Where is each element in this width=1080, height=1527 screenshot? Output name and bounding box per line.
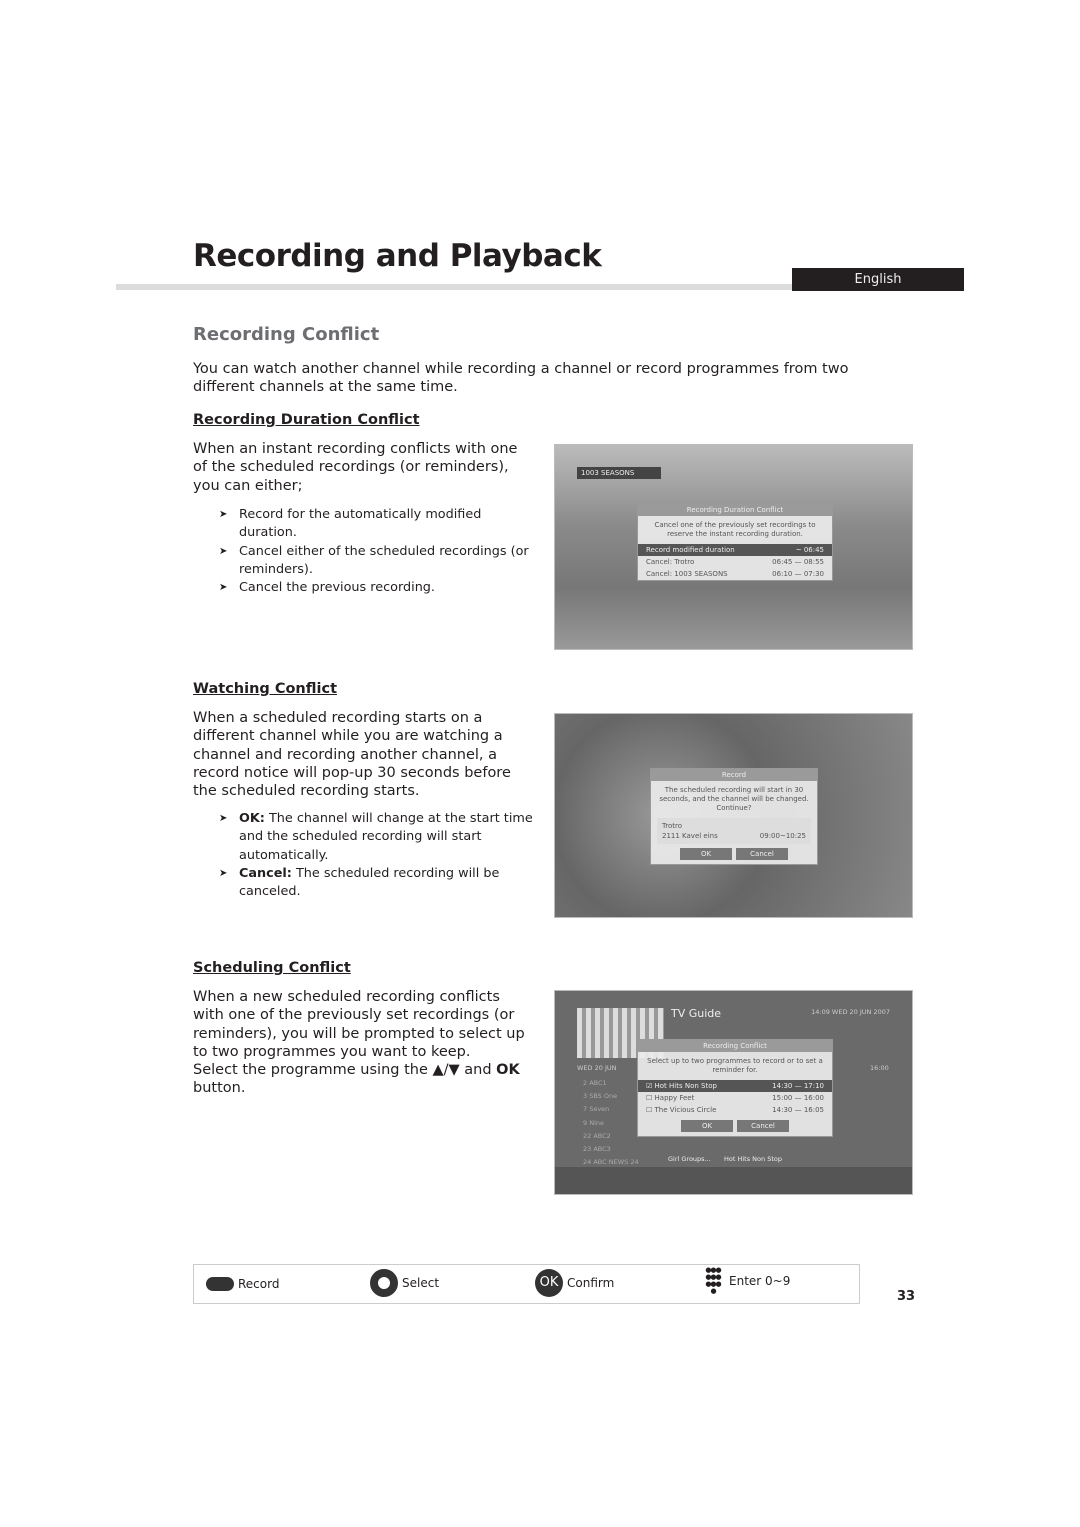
bullet: OK: The channel will change at the start… <box>193 810 543 865</box>
instruction-text: button. <box>193 1080 246 1097</box>
dialog-option[interactable]: Record modified duration ~ 06:45 <box>638 544 832 556</box>
intro-text: You can watch another channel while reco… <box>193 361 849 396</box>
option-label: Cancel: Trotro <box>646 558 695 566</box>
cancel-button[interactable]: Cancel <box>737 1120 789 1132</box>
legend-confirm: OK Confirm <box>535 1269 614 1297</box>
option-start: 06:45 <box>772 558 793 566</box>
watching-bullets: OK: The channel will change at the start… <box>193 810 543 901</box>
channel[interactable]: 2 ABC1 <box>583 1077 639 1090</box>
legend-enter: ●●● ●●● ●●● ● Enter 0~9 <box>701 1267 790 1295</box>
legend-label: Record <box>238 1277 280 1291</box>
cancel-button[interactable]: Cancel <box>736 848 788 860</box>
dialog-message: Cancel one of the previously set recordi… <box>654 521 816 538</box>
watching-conflict-screenshot: Record The scheduled recording will star… <box>554 713 913 918</box>
duration-conflict-dialog: Recording Duration Conflict Cancel one o… <box>637 503 833 581</box>
legend-record: Record <box>206 1277 279 1291</box>
scheduling-heading: Scheduling Conflict <box>193 960 351 976</box>
option-start: 06:10 <box>772 570 793 578</box>
ok-button-icon: OK <box>535 1269 563 1297</box>
programme-channel: 2111 Kavel eins <box>662 832 718 840</box>
bullet: Record for the automatically modified du… <box>193 506 538 543</box>
guide-programme[interactable]: Hot Hits Non Stop <box>724 1155 782 1163</box>
duration-conflict-screenshot: 1003 SEASONS Recording Duration Conflict… <box>554 444 913 650</box>
language-tab: English <box>792 268 964 291</box>
dialog-title: Recording Duration Conflict <box>638 504 832 516</box>
record-dialog: Record The scheduled recording will star… <box>650 768 818 865</box>
channel-banner: 1003 SEASONS <box>577 467 661 479</box>
scheduling-text: When a new scheduled recording conflicts… <box>193 989 525 1060</box>
channel[interactable]: 9 Nine <box>583 1117 639 1130</box>
bullet-text: The channel will change at the start tim… <box>239 811 533 863</box>
ok-button[interactable]: OK <box>681 1120 733 1132</box>
bullet: Cancel either of the scheduled recording… <box>193 543 538 580</box>
key-legend: Record Select OK Confirm ●●● ●●● ●●● ● Enter … <box>193 1264 860 1304</box>
section-title: Recording Conflict <box>193 324 380 345</box>
clock: 14:09 WED 20 JUN 2007 <box>811 1008 890 1016</box>
dialog-option[interactable]: ☐ The Vicious Circle 14:30 — 16:05 <box>638 1104 832 1116</box>
dialog-message: Select up to two programmes to record or… <box>647 1057 823 1074</box>
navigation-pad-icon <box>370 1269 398 1297</box>
option-end: 16:05 <box>803 1106 824 1114</box>
option-start: 14:30 <box>772 1106 793 1114</box>
dialog-option[interactable]: ☐ Happy Feet 15:00 — 16:00 <box>638 1092 832 1104</box>
legend-label: Select <box>402 1276 440 1290</box>
number-keypad-icon: ●●● ●●● ●●● ● <box>705 1266 721 1295</box>
option-label: The Vicious Circle <box>654 1106 717 1114</box>
watching-heading: Watching Conflict <box>193 681 338 697</box>
bullet: Cancel the previous recording. <box>193 579 538 598</box>
guide-date: WED 20 JUN <box>577 1064 617 1072</box>
duration-heading: Recording Duration Conflict <box>193 412 420 428</box>
legend-label: Confirm <box>567 1276 615 1290</box>
option-end: 16:00 <box>803 1094 824 1102</box>
dialog-message: The scheduled recording will start in 30… <box>659 786 809 812</box>
option-time: ~ 06:45 <box>795 546 824 554</box>
record-button-icon <box>206 1277 234 1291</box>
dialog-option[interactable]: Cancel: Trotro 06:45 — 08:55 <box>638 556 832 568</box>
programme-name: Trotro <box>662 822 683 830</box>
bullet: Cancel: The scheduled recording will be … <box>193 865 543 902</box>
duration-bullets: Record for the automatically modified du… <box>193 506 538 598</box>
page-number: 33 <box>897 1289 916 1304</box>
dialog-title: Record <box>651 769 817 781</box>
channel-list: 2 ABC1 3 SBS One 7 Seven 9 Nine 22 ABC2 23 AB… <box>583 1077 639 1169</box>
scheduling-conflict-screenshot: TV Guide 14:09 WED 20 JUN 2007 WED 20 JU… <box>554 990 913 1195</box>
dialog-option[interactable]: Cancel: 1003 SEASONS 06:10 — 07:30 <box>638 568 832 580</box>
option-end: 17:10 <box>803 1082 824 1090</box>
ok-key: OK <box>496 1062 520 1078</box>
scheduling-instruction: Select the programme using the ▲/▼ and O… <box>193 1061 533 1098</box>
dialog-option[interactable]: ☑ Hot Hits Non Stop 14:30 — 17:10 <box>638 1080 832 1092</box>
programme-time: 09:00~10:25 <box>759 832 806 840</box>
guide-key-bar <box>555 1167 912 1194</box>
channel[interactable]: 23 ABC3 <box>583 1143 639 1156</box>
guide-time: 16:00 <box>870 1064 889 1072</box>
instruction-text: Select the programme using the ▲/▼ and <box>193 1062 497 1078</box>
option-start: 14:30 <box>772 1082 793 1090</box>
page-title: Recording and Playback <box>193 238 602 274</box>
ok-button[interactable]: OK <box>680 848 732 860</box>
channel[interactable]: 3 SBS One <box>583 1090 639 1103</box>
channel[interactable]: 7 Seven <box>583 1103 639 1116</box>
watching-text: When a scheduled recording starts on a d… <box>193 710 511 800</box>
legend-label: Enter 0~9 <box>729 1274 791 1288</box>
header-rule <box>116 284 792 290</box>
option-start: 15:00 <box>772 1094 793 1102</box>
duration-text: When an instant recording conflicts with… <box>193 441 518 494</box>
option-end: 07:30 <box>803 570 824 578</box>
guide-programme[interactable]: Girl Groups... <box>668 1155 711 1163</box>
channel[interactable]: 22 ABC2 <box>583 1130 639 1143</box>
programme-info: Trotro 2111 Kavel eins 09:00~10:25 <box>657 818 811 844</box>
guide-title: TV Guide <box>671 1007 722 1020</box>
bullet-key: OK: <box>239 811 265 826</box>
option-label: Record modified duration <box>646 546 735 554</box>
bullet-key: Cancel: <box>239 865 292 881</box>
option-label: Happy Feet <box>654 1094 695 1102</box>
legend-select: Select <box>370 1269 439 1297</box>
dialog-title: Recording Conflict <box>638 1040 832 1052</box>
option-label: Cancel: 1003 SEASONS <box>646 570 728 578</box>
option-label: Hot Hits Non Stop <box>654 1082 717 1090</box>
option-end: 08:55 <box>803 558 824 566</box>
recording-conflict-dialog: Recording Conflict Select up to two prog… <box>637 1039 833 1137</box>
